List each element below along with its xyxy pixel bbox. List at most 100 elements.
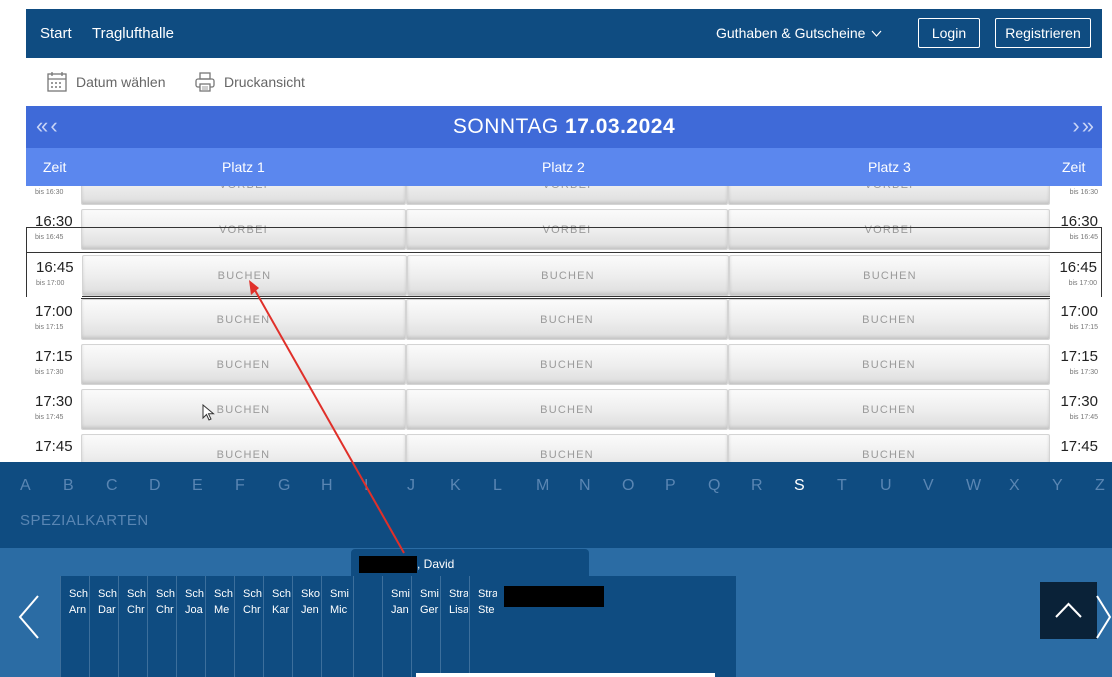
letter-j[interactable]: J xyxy=(407,477,415,495)
slot-court-3[interactable]: BUCHEN xyxy=(728,434,1050,463)
slot-court-1[interactable]: BUCHEN xyxy=(81,389,406,430)
table-row: 16:45 bis 17:00 BUCHEN BUCHEN BUCHEN 16:… xyxy=(26,252,1102,298)
slot-court-3[interactable]: BUCHEN xyxy=(728,344,1050,385)
slot-court-2[interactable]: BUCHEN xyxy=(406,434,728,463)
letter-m[interactable]: M xyxy=(536,477,549,495)
letter-g[interactable]: G xyxy=(278,477,290,495)
selected-member-name: , David xyxy=(417,557,455,571)
cursor-icon xyxy=(202,404,215,421)
date-header: « ‹ SONNTAG 17.03.2024 › » xyxy=(26,106,1102,148)
member-card-list: Sch Arn Sch Dar Sch Chr Sch Chr Sch Joa Sch Me… xyxy=(60,576,736,677)
member-card[interactable]: Stra Ste xyxy=(469,576,497,677)
slot-court-2[interactable]: BUCHEN xyxy=(406,299,728,340)
letter-n[interactable]: N xyxy=(579,477,591,495)
letter-h[interactable]: H xyxy=(321,477,333,495)
letter-y[interactable]: Y xyxy=(1052,477,1063,495)
letter-r[interactable]: R xyxy=(751,477,763,495)
letter-d[interactable]: D xyxy=(149,477,161,495)
slot-court-3[interactable]: BUCHEN xyxy=(728,389,1050,430)
member-card-selected[interactable] xyxy=(353,576,380,677)
court-3-header: Platz 3 xyxy=(868,159,911,175)
letter-p[interactable]: P xyxy=(665,477,676,495)
register-button[interactable]: Registrieren xyxy=(995,18,1091,48)
letter-x[interactable]: X xyxy=(1009,477,1020,495)
time-cell-right: bis 16:30 xyxy=(1050,186,1102,207)
slot-court-1[interactable]: BUCHEN xyxy=(81,344,406,385)
time-cell: 17:00 bis 17:15 xyxy=(26,297,81,342)
letter-c[interactable]: C xyxy=(106,477,118,495)
member-card[interactable]: Sch Chr xyxy=(118,576,146,677)
member-card[interactable]: Sch Arn xyxy=(60,576,88,677)
letter-f[interactable]: F xyxy=(235,477,245,495)
letter-i[interactable]: I xyxy=(364,477,368,495)
slot-court-3[interactable]: BUCHEN xyxy=(729,255,1051,296)
slot-court-1[interactable]: BUCHEN xyxy=(81,434,406,463)
special-cards-link[interactable]: SPEZIALKARTEN xyxy=(20,512,149,529)
top-navigation: Start Traglufthalle Guthaben & Gutschein… xyxy=(26,9,1102,58)
slot-court-3[interactable]: BUCHEN xyxy=(728,299,1050,340)
member-card[interactable]: Smi Ger xyxy=(411,576,439,677)
letter-e[interactable]: E xyxy=(192,477,203,495)
time-cell: 17:15 bis 17:30 xyxy=(26,342,81,387)
letter-u[interactable]: U xyxy=(880,477,892,495)
time-cell-right: 17:00 bis 17:15 xyxy=(1050,297,1102,342)
print-view-button[interactable]: Druckansicht xyxy=(194,71,305,93)
scroll-to-top-button[interactable] xyxy=(1040,582,1097,639)
member-card[interactable]: Sch Chr xyxy=(234,576,262,677)
member-card[interactable]: Sch Joa xyxy=(176,576,204,677)
letter-z[interactable]: Z xyxy=(1095,477,1105,495)
court-column-header: Zeit Platz 1 Platz 2 Platz 3 Zeit xyxy=(26,148,1102,186)
slot-court-2[interactable]: VORBEI xyxy=(406,186,728,205)
chevron-right-icon[interactable] xyxy=(1094,592,1112,642)
print-view-label: Druckansicht xyxy=(224,74,305,90)
time-cell-right: 17:15 bis 17:30 xyxy=(1050,342,1102,387)
letter-w[interactable]: W xyxy=(966,477,981,495)
time-cell-right: 17:45 xyxy=(1050,432,1102,463)
member-card[interactable]: Stra Lisa xyxy=(440,576,468,677)
member-card[interactable]: Sch Chr xyxy=(147,576,175,677)
slot-court-2[interactable]: BUCHEN xyxy=(406,389,728,430)
time-cell-right: 16:45 bis 17:00 xyxy=(1050,253,1101,298)
redacted-block xyxy=(504,586,604,607)
letter-k[interactable]: K xyxy=(450,477,461,495)
slot-court-1[interactable]: VORBEI xyxy=(81,186,406,205)
card-input-edge xyxy=(416,673,715,677)
table-row: bis 16:30 VORBEI VORBEI VORBEI bis 16:30 xyxy=(26,186,1102,207)
letter-a[interactable]: A xyxy=(20,477,31,495)
letter-s[interactable]: S xyxy=(794,477,805,495)
table-row: 17:30 bis 17:45 BUCHEN BUCHEN BUCHEN 17:… xyxy=(26,387,1102,432)
date-label: 17.03.2024 xyxy=(565,115,676,138)
slot-court-2[interactable]: BUCHEN xyxy=(406,344,728,385)
slot-court-1[interactable]: BUCHEN xyxy=(82,255,407,296)
double-chevron-right-icon[interactable]: › » xyxy=(1072,113,1094,139)
table-row: 17:00 bis 17:15 BUCHEN BUCHEN BUCHEN 17:… xyxy=(26,297,1102,342)
chevron-up-icon xyxy=(1055,602,1082,618)
letter-t[interactable]: T xyxy=(837,477,847,495)
time-cell: bis 16:30 xyxy=(26,186,81,207)
slot-court-1[interactable]: BUCHEN xyxy=(81,299,406,340)
booking-schedule: bis 16:30 VORBEI VORBEI VORBEI bis 16:30… xyxy=(26,186,1102,463)
letter-l[interactable]: L xyxy=(493,477,502,495)
letter-v[interactable]: V xyxy=(923,477,934,495)
login-button[interactable]: Login xyxy=(918,18,980,48)
court-1-header: Platz 1 xyxy=(222,159,265,175)
slot-court-2[interactable]: BUCHEN xyxy=(407,255,729,296)
member-card[interactable]: Sch Me xyxy=(205,576,233,677)
date-picker-button[interactable]: Datum wählen xyxy=(46,71,166,93)
member-card[interactable]: Smi Mic xyxy=(321,576,349,677)
date-picker-label: Datum wählen xyxy=(76,74,166,90)
letter-q[interactable]: Q xyxy=(708,477,720,495)
letter-b[interactable]: B xyxy=(63,477,74,495)
chevron-left-icon[interactable] xyxy=(14,592,44,642)
nav-venue-link[interactable]: Traglufthalle xyxy=(92,25,174,42)
nav-start-link[interactable]: Start xyxy=(40,25,72,42)
credits-dropdown[interactable]: Guthaben & Gutscheine xyxy=(716,25,882,41)
slot-court-3[interactable]: VORBEI xyxy=(728,186,1050,205)
time-cell: 16:45 bis 17:00 xyxy=(27,253,82,298)
member-card[interactable]: Smi Jan xyxy=(382,576,410,677)
member-card[interactable]: Sko Jen xyxy=(292,576,320,677)
weekday-label: SONNTAG xyxy=(452,115,559,138)
letter-o[interactable]: O xyxy=(622,477,634,495)
member-card[interactable]: Sch Dar xyxy=(89,576,117,677)
member-card[interactable]: Sch Kar xyxy=(263,576,291,677)
